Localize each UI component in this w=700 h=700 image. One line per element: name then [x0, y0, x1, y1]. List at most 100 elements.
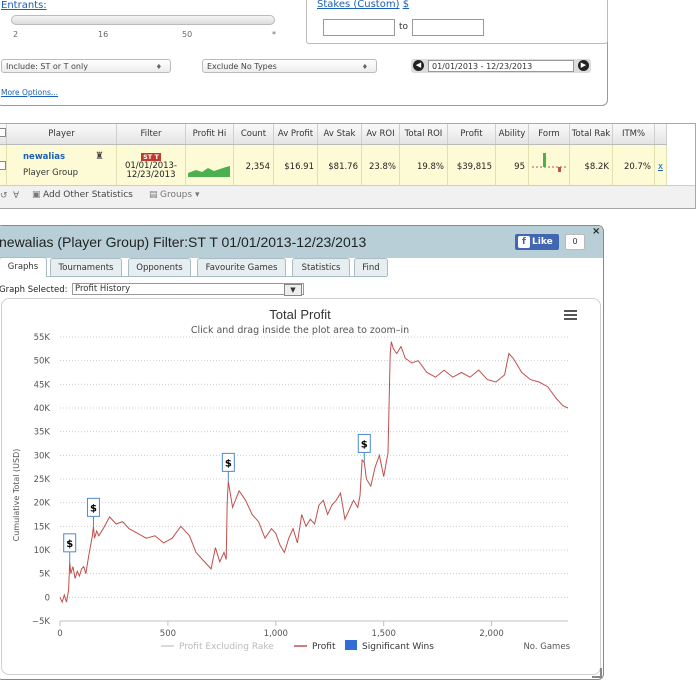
av-stake-cell: $81.76	[317, 144, 362, 188]
player-group-icon: ♜	[95, 151, 104, 162]
y-tick-label: 40K	[34, 404, 51, 414]
stats-toolbar: ↺ ∀ ▣ Add Other Statistics ▤ Groups ▾	[0, 185, 695, 208]
significant-win-marker[interactable]: $	[86, 497, 100, 527]
significant-win-label: $	[361, 439, 368, 450]
filter-panel: Entrants: 2 16 50 * Stakes (Custom) $ to…	[0, 0, 608, 106]
like-count: 0	[565, 234, 585, 250]
like-label: Like	[532, 237, 553, 247]
more-options-link[interactable]: More Options...	[1, 88, 58, 97]
legend-excl-rake[interactable]: Profit Excluding Rake	[179, 642, 274, 652]
count-cell: 2,354	[233, 144, 274, 188]
remove-row-link[interactable]: x	[654, 144, 667, 188]
y-tick-label: 10K	[34, 546, 51, 556]
groups-icon[interactable]: ▤	[149, 190, 158, 200]
chart-title: Total Profit	[269, 307, 331, 322]
x-tick-label: 500	[160, 629, 176, 639]
itm-cell: 20.7%	[612, 144, 655, 188]
tab-favourite-games[interactable]: Favourite Games	[197, 258, 286, 276]
graph-selected-label: Graph Selected:	[0, 285, 68, 295]
x-axis-label: No. Games	[523, 642, 570, 652]
include-select[interactable]: Include: ST or T only ♦	[1, 59, 171, 73]
resize-handle[interactable]	[592, 668, 602, 678]
significant-win-marker[interactable]: $	[221, 452, 235, 482]
graph-window-header: newalias (Player Group) Filter:ST T 01/0…	[0, 226, 603, 258]
total-roi-cell: 19.8%	[399, 144, 448, 188]
graph-selected-dropdown[interactable]: Profit History ▼	[72, 283, 304, 296]
column-header[interactable]: Profit Hi	[185, 124, 234, 145]
columns-icon[interactable]: ∀	[13, 191, 19, 201]
tab-graphs[interactable]: Graphs	[0, 257, 47, 277]
y-tick-label: 5K	[39, 570, 50, 580]
column-header[interactable]: Av Stak	[317, 124, 362, 145]
column-header[interactable]: ITM%	[612, 124, 655, 145]
tab-find[interactable]: Find	[354, 258, 388, 276]
like-button[interactable]: f Like	[515, 234, 559, 250]
include-select-value: Include: ST or T only	[6, 62, 88, 71]
column-header[interactable]: Player	[6, 124, 117, 145]
sparkline-chart	[188, 166, 230, 177]
profit-series-line[interactable]	[59, 341, 569, 604]
close-icon[interactable]: ×	[592, 226, 600, 237]
column-header[interactable]: Ability	[495, 124, 529, 145]
groups-button[interactable]: Groups ▾	[160, 190, 200, 200]
column-header[interactable]: Av ROI	[361, 124, 400, 145]
chart-menu-icon[interactable]	[564, 310, 577, 320]
entrants-tick: 2	[13, 30, 19, 39]
total-rake-cell: $8.2K	[569, 144, 613, 188]
av-profit-cell: $16.91	[273, 144, 318, 188]
prev-date-icon[interactable]: ◀	[413, 60, 424, 71]
y-axis-label: Cumulative Total (USD)	[12, 449, 21, 542]
tab-opponents[interactable]: Opponents	[128, 258, 191, 276]
graph-window: newalias (Player Group) Filter:ST T 01/0…	[0, 225, 604, 680]
exclude-select[interactable]: Exclude No Types ♦	[202, 59, 377, 73]
stakes-currency[interactable]: $	[403, 0, 409, 10]
player-cell[interactable]: newalias Player Group ♜	[6, 144, 117, 188]
column-header[interactable]: Av Profit	[273, 124, 318, 145]
facebook-icon: f	[518, 236, 530, 248]
y-tick-label: 50K	[34, 357, 51, 367]
ability-cell: 95	[495, 144, 529, 188]
graph-window-title: newalias (Player Group) Filter:ST T 01/0…	[0, 234, 367, 250]
significant-win-marker[interactable]: $	[357, 433, 371, 463]
profit-cell: $39,815	[447, 144, 496, 188]
chart-container: Total Profit Click and drag inside the p…	[1, 298, 601, 675]
stakes-from-input[interactable]	[323, 19, 395, 36]
add-stats-button[interactable]: Add Other Statistics	[43, 190, 133, 200]
av-roi-cell: 23.8%	[361, 144, 400, 188]
column-header[interactable]: Total ROI	[399, 124, 448, 145]
entrants-label[interactable]: Entrants:	[1, 0, 47, 11]
y-tick-label: 30K	[34, 451, 51, 461]
entrants-slider[interactable]	[11, 15, 275, 25]
legend-significant[interactable]: Significant Wins	[362, 642, 434, 652]
tab-statistics[interactable]: Statistics	[292, 258, 350, 276]
chart-legend: Profit Excluding Rake Profit Significant…	[161, 640, 434, 652]
date-range-input[interactable]: 01/01/2013 - 12/23/2013	[428, 60, 574, 72]
y-tick-label: 55K	[34, 333, 51, 343]
y-tick-label: 0	[45, 593, 50, 603]
form-sparkline	[528, 144, 570, 188]
column-header[interactable]: Total Rak	[569, 124, 613, 145]
legend-profit[interactable]: Profit	[312, 642, 336, 652]
significant-win-marker[interactable]: $	[63, 533, 77, 562]
column-header[interactable]: Profit	[447, 124, 496, 145]
tab-tournaments[interactable]: Tournaments	[50, 258, 122, 276]
column-header[interactable]: Filter	[116, 124, 186, 145]
stakes-label[interactable]: Stakes (Custom)	[317, 0, 400, 10]
remove-icon[interactable]: x	[658, 162, 663, 172]
graph-selected-value: Profit History	[75, 284, 131, 294]
entrants-tick: 50	[182, 30, 193, 39]
column-header[interactable]: Count	[233, 124, 274, 145]
stakes-to-input[interactable]	[412, 19, 484, 36]
column-header[interactable]: Form	[528, 124, 570, 145]
refresh-icon[interactable]: ↺	[0, 191, 8, 201]
significant-win-label: $	[66, 539, 73, 550]
profit-chart[interactable]: Total Profit Click and drag inside the p…	[2, 299, 600, 674]
y-tick-label: 15K	[34, 522, 51, 532]
profit-history-sparkline	[185, 144, 234, 188]
next-date-icon[interactable]: ▶	[578, 60, 589, 71]
table-row[interactable]: newalias Player Group ♜ ST T 01/01/2013-…	[0, 144, 667, 188]
add-stats-icon[interactable]: ▣	[32, 190, 41, 200]
stats-header-row: Player Filter Profit Hi Count Av Profit …	[0, 124, 667, 145]
chevron-down-icon: ▼	[284, 284, 302, 296]
filter-cell[interactable]: ST T 01/01/2013- 12/23/2013	[116, 144, 186, 188]
